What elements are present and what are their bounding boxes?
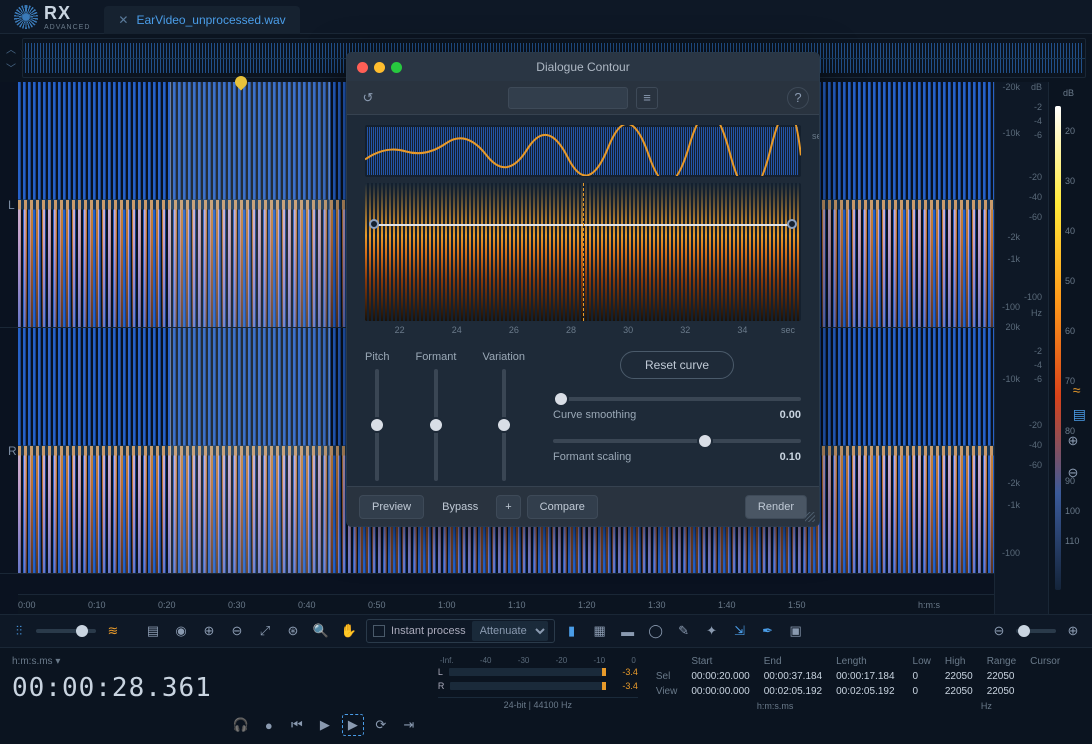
- grab-icon[interactable]: ⇲: [729, 620, 751, 642]
- zoom-in-h-icon[interactable]: ⊕: [1062, 620, 1084, 642]
- play-icon[interactable]: ▶: [314, 714, 336, 736]
- lasso-icon[interactable]: ◯: [645, 620, 667, 642]
- help-icon[interactable]: ?: [787, 87, 809, 109]
- instant-process: Instant process Attenuate: [366, 619, 555, 643]
- zoom-fit-icon[interactable]: ⊛: [282, 620, 304, 642]
- zoom-sel-icon[interactable]: ⤢: [254, 620, 276, 642]
- file-tab[interactable]: ✕ EarVideo_unprocessed.wav: [104, 6, 299, 34]
- undo-icon[interactable]: ↺: [357, 87, 379, 109]
- selection-region[interactable]: [170, 328, 330, 573]
- view-blend-slider[interactable]: [36, 629, 96, 633]
- bypass-button[interactable]: Bypass: [430, 496, 490, 518]
- vertical-zoom: ⊕ ⊖: [1062, 430, 1084, 484]
- dialog-time-ruler: 22242628303234sec: [365, 321, 801, 335]
- app-logo: RX ADVANCED: [0, 3, 104, 31]
- pitch-slider[interactable]: Pitch 0.0: [365, 351, 389, 503]
- preset-menu-icon[interactable]: ≡: [636, 87, 658, 109]
- variation-slider[interactable]: Variation 0.0: [482, 351, 525, 503]
- chevron-up-icon: ︿: [6, 41, 16, 56]
- app-titlebar: RX ADVANCED ✕ EarVideo_unprocessed.wav: [0, 0, 1092, 34]
- meter-l: [449, 668, 606, 676]
- dialog-waveform: [365, 125, 801, 177]
- dialog-title: Dialogue Contour: [347, 60, 819, 74]
- h-zoom-slider[interactable]: [1016, 629, 1056, 633]
- dialog-titlebar[interactable]: Dialogue Contour: [347, 53, 819, 81]
- headphones-icon[interactable]: 🎧: [230, 714, 252, 736]
- dialog-toolbar: ↺ ≡ ?: [347, 81, 819, 115]
- dialogue-contour-window[interactable]: Dialogue Contour ↺ ≡ ? sem 222426: [346, 52, 820, 527]
- hand-icon[interactable]: ✋: [338, 620, 360, 642]
- timeline-ruler[interactable]: 0:00 0:10 0:20 0:30 0:40 0:50 1:00 1:10 …: [18, 594, 994, 614]
- channel-label-r: R: [8, 444, 17, 458]
- select-freq-icon[interactable]: ▬: [617, 620, 639, 642]
- level-meters: -Inf.-40-30-20-100 L-3.4 R-3.4 24-bit | …: [438, 656, 638, 736]
- preset-select[interactable]: [508, 87, 628, 109]
- selection-region[interactable]: [170, 82, 330, 327]
- waveform-view-icon[interactable]: ⫶⫶: [8, 620, 30, 642]
- app-edition: ADVANCED: [44, 24, 90, 31]
- dialog-spectrogram[interactable]: [365, 183, 801, 321]
- status-bar: h:m:s.ms ▾ 00:00:28.361 🎧 ● ⏮ ▶ ▶ ⟳ ⇥ -I…: [0, 648, 1092, 744]
- audio-format: 24-bit | 44100 Hz: [438, 697, 638, 710]
- instant-process-mode[interactable]: Attenuate: [472, 621, 548, 641]
- rewind-icon[interactable]: ⏮: [286, 714, 308, 736]
- return-icon[interactable]: ⇥: [398, 714, 420, 736]
- waveform-icon[interactable]: ≈: [1073, 382, 1086, 398]
- spectrogram-view-icon[interactable]: ≋: [102, 620, 124, 642]
- selection-ranges: StartEndLength Sel00:00:20.00000:00:37.1…: [656, 656, 895, 736]
- loop-icon[interactable]: ⟳: [370, 714, 392, 736]
- compare-button[interactable]: Compare: [527, 495, 598, 519]
- zoom-out-h-icon[interactable]: ⊖: [988, 620, 1010, 642]
- formant-scaling-slider[interactable]: [553, 439, 801, 443]
- zoom-in-icon[interactable]: ⊕: [198, 620, 220, 642]
- brush-icon[interactable]: ✎: [673, 620, 695, 642]
- timecode-display: 00:00:28.361: [12, 673, 212, 703]
- zoom-out-v-icon[interactable]: ⊖: [1062, 462, 1084, 484]
- zoom-in-v-icon[interactable]: ⊕: [1062, 430, 1084, 452]
- zoom-out-icon[interactable]: ⊖: [226, 620, 248, 642]
- checkbox-icon[interactable]: [373, 625, 385, 637]
- resize-grip-icon[interactable]: [805, 512, 815, 522]
- select-timefreq-icon[interactable]: ▦: [589, 620, 611, 642]
- select-time-icon[interactable]: ▮: [561, 620, 583, 642]
- reset-curve-button[interactable]: Reset curve: [620, 351, 734, 379]
- file-tab-name: EarVideo_unprocessed.wav: [136, 13, 285, 27]
- pitch-contour: [365, 125, 801, 176]
- render-button[interactable]: Render: [745, 495, 807, 519]
- record-icon[interactable]: ●: [258, 714, 280, 736]
- meter-r: [450, 682, 606, 690]
- overview-collapse[interactable]: ︿ ﹀: [6, 41, 16, 75]
- dialog-footer: Preview Bypass + Compare Render: [347, 486, 819, 526]
- formant-slider[interactable]: Formant 0.0: [415, 351, 456, 503]
- feather-icon[interactable]: ✒: [757, 620, 779, 642]
- wand-icon[interactable]: ✦: [701, 620, 723, 642]
- add-button[interactable]: +: [496, 495, 520, 519]
- db-color-scale: dB 20 30 40 50 60 70 80 90 100 110 ≈ ▤: [1048, 82, 1092, 614]
- layers-icon[interactable]: ▣: [785, 620, 807, 642]
- app-name: RX: [44, 3, 90, 24]
- frequency-ranges: LowHighRangeCursor 02205022050 022050220…: [913, 656, 1061, 736]
- db-gradient: [1055, 106, 1061, 590]
- chevron-down-icon: ﹀: [6, 60, 16, 75]
- spectrogram-icon[interactable]: ▤: [1073, 406, 1086, 423]
- amplitude-ruler: dB -2 -4 -6 -20 -40 -60 -100 Hz -20k -10…: [994, 82, 1048, 614]
- semitone-unit: sem: [812, 131, 820, 141]
- bottom-toolbar: ⫶⫶ ≋ ▤ ◉ ⊕ ⊖ ⤢ ⊛ 🔍 ✋ Instant process Att…: [0, 614, 1092, 648]
- view-mode-icons: ≈ ▤: [1073, 382, 1086, 423]
- comment-icon[interactable]: ◉: [170, 620, 192, 642]
- close-tab-icon[interactable]: ✕: [118, 13, 128, 27]
- dialog-playhead: [583, 183, 584, 321]
- search-icon[interactable]: 🔍: [310, 620, 332, 642]
- rx-logo-icon: [14, 5, 38, 29]
- preview-button[interactable]: Preview: [359, 495, 424, 519]
- curve-smoothing-slider[interactable]: [553, 397, 801, 401]
- timecode-format[interactable]: h:m:s.ms ▾: [12, 656, 212, 667]
- instant-process-label: Instant process: [391, 625, 466, 637]
- channel-label-l: L: [8, 198, 15, 212]
- list-icon[interactable]: ▤: [142, 620, 164, 642]
- play-sel-icon[interactable]: ▶: [342, 714, 364, 736]
